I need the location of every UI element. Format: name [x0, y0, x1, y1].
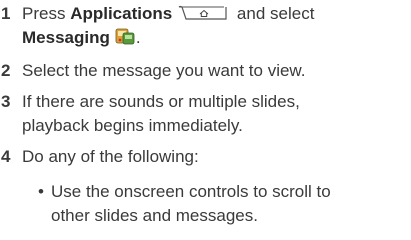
messaging-app-icon	[114, 25, 136, 47]
step-number: 4	[1, 147, 11, 166]
bullet-symbol: •	[38, 182, 44, 201]
step-number: 2	[1, 61, 11, 80]
step-1-post: .	[135, 28, 141, 47]
messaging-label: Messaging	[22, 28, 110, 47]
step-3: 3 If there are sounds or multiple slides…	[0, 90, 411, 138]
step-2: 2 Select the message you want to view.	[0, 59, 411, 83]
step-1: 1 Press Applications and select Messagin…	[0, 2, 411, 52]
bullet-item: • Use the onscreen controls to scroll to…	[38, 180, 411, 228]
step-3-line1: If there are sounds or multiple slides,	[22, 92, 300, 111]
step-1-line2: Messaging .	[22, 26, 141, 50]
step-4-text: Do any of the following:	[22, 147, 199, 166]
step-1-pre: Press	[22, 4, 71, 23]
instruction-list: 1 Press Applications and select Messagin…	[0, 0, 411, 240]
step-1-text: Press Applications and select	[22, 2, 314, 26]
step-number: 3	[1, 92, 11, 111]
home-key-icon	[178, 5, 228, 21]
step-number: 1	[1, 4, 11, 23]
applications-label: Applications	[70, 4, 173, 23]
step-3-line2: playback begins immediately.	[22, 116, 243, 135]
step-2-text: Select the message you want to view.	[22, 61, 306, 80]
bullet-line2: other slides and messages.	[51, 206, 258, 225]
step-1-mid: and select	[232, 4, 315, 23]
bullet-line1: Use the onscreen controls to scroll to	[51, 182, 331, 201]
step-4: 4 Do any of the following:	[0, 145, 411, 169]
